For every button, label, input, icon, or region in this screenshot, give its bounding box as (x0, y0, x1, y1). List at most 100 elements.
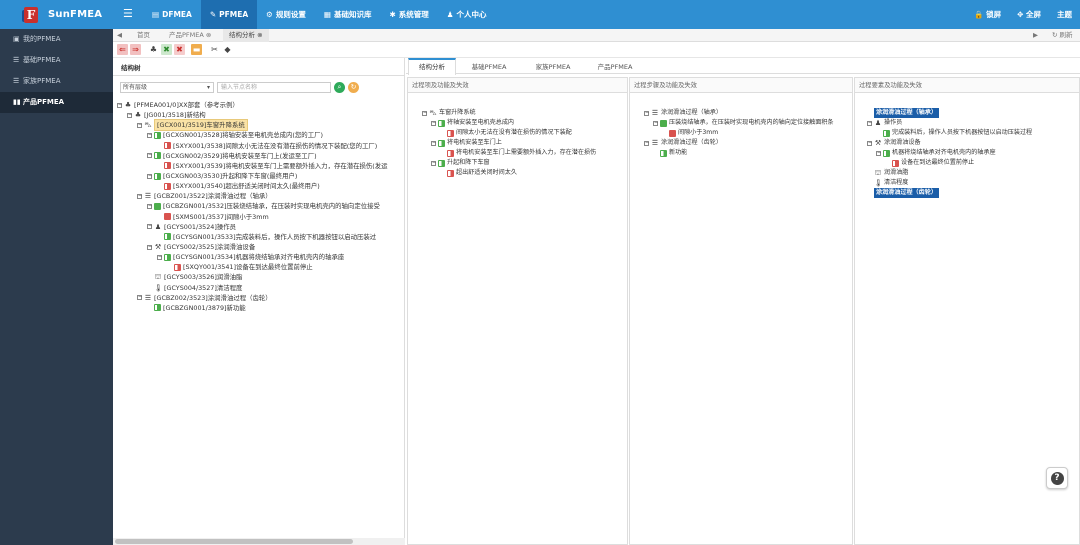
tree-node[interactable]: [SXMS001/3537]间隙小于3mm (117, 212, 403, 222)
tree-node[interactable]: − ♟ 操作员 (867, 118, 1079, 128)
tree-node[interactable]: [SXYX001/3539]将电机安装至车门上需要额外插入力，存在潜在损伤(发运 (117, 161, 403, 171)
tree-node[interactable]: − ☰ [GCBZ001/3522]涂润滑油过程（轴承） (117, 191, 403, 201)
collapse-toggle-icon[interactable]: − (867, 140, 872, 146)
collapse-toggle-icon[interactable]: − (147, 132, 152, 138)
tree-node[interactable]: − 将电机安装至车门上 (422, 138, 627, 148)
collapse-toggle-icon[interactable]: − (137, 295, 142, 301)
paste-icon[interactable]: ◆ (222, 44, 233, 55)
tree-node[interactable]: − 机器将烧结轴承对齐电机壳内的轴承座 (867, 148, 1079, 158)
save-icon[interactable]: ▬ (191, 44, 202, 55)
tree-node[interactable]: 🌡 清洁程度 (867, 178, 1079, 188)
help-button[interactable]: ? (1046, 467, 1068, 489)
tab-back-icon[interactable]: ◀ (117, 29, 122, 42)
refresh-button[interactable]: ↻ 刷新 (1052, 29, 1073, 42)
tree-node[interactable]: 将电机安装至车门上需要额外插入力，存在潜在损伤 (422, 148, 627, 158)
collapse-toggle-icon[interactable]: − (653, 120, 658, 126)
delete-icon[interactable]: ✖ (174, 44, 185, 55)
collapse-toggle-icon[interactable]: − (644, 110, 649, 116)
collapse-toggle-icon[interactable]: − (431, 120, 436, 126)
node-search-input[interactable]: 输入节点名称 (217, 82, 331, 93)
collapse-toggle-icon[interactable]: − (147, 173, 152, 179)
tree-node[interactable]: [GCYSGN001/3533]完成装料后，操作人员按下机器按钮以启动压装过 (117, 232, 403, 242)
scrollbar-thumb[interactable] (115, 539, 353, 544)
app-logo[interactable]: F SunFMEA (0, 0, 113, 29)
tree-node[interactable]: 超出舒适关闭时间太久 (422, 168, 627, 178)
level-select[interactable]: 所有层级 ▾ (120, 82, 214, 93)
menu-toggle-icon[interactable]: ☰ (123, 7, 133, 21)
tree-node[interactable]: − [GCXGN003/3530]升起和降下车窗(最终用户) (117, 171, 403, 181)
collapse-toggle-icon[interactable]: − (137, 122, 142, 128)
tab-structure-analysis[interactable]: 结构分析 ⊗ (223, 29, 269, 42)
analysis-tab-1[interactable]: 基础PFMEA (458, 58, 520, 74)
tree-node[interactable]: − ⛍ [GCX001/3519]车窗升降系统 (117, 119, 403, 132)
tree-node[interactable]: 设备在到达最终位置前停止 (867, 158, 1079, 168)
nav-pfmea[interactable]: ✎ PFMEA (200, 0, 258, 29)
collapse-toggle-icon[interactable]: − (157, 254, 162, 260)
tree-node[interactable]: [SXYX001/3538]间隙太小无法在没有潜在损伤的情况下装配(您的工厂) (117, 141, 403, 151)
tree-node[interactable]: − 升起和降下车窗 (422, 158, 627, 168)
tree-node[interactable]: − 压装烧结轴承，在压装时实现电机壳内的轴向定位接触面积条 (644, 118, 852, 128)
tree-node[interactable]: ⛫ [GCYS003/3526]润滑油脂 (117, 272, 403, 282)
collapse-toggle-icon[interactable]: − (431, 140, 436, 146)
tree-node[interactable]: − ⚒ [GCYS002/3525]涂润滑油设备 (117, 242, 403, 252)
collapse-toggle-icon[interactable]: − (422, 110, 427, 116)
analysis-tab-3[interactable]: 产品PFMEA (586, 58, 644, 74)
collapse-toggle-icon[interactable]: − (117, 102, 122, 108)
tree-node[interactable]: ⛫ 润滑油脂 (867, 168, 1079, 178)
move-down-icon[interactable]: ⇒ (130, 44, 141, 55)
tree-node[interactable]: 完成装料后，操作人员按下机器按钮以启动压装过程 (867, 128, 1079, 138)
tab-close-icon[interactable]: ⊗ (257, 31, 262, 39)
search-icon[interactable]: ⌕ (334, 82, 345, 93)
collapse-toggle-icon[interactable]: − (867, 120, 872, 126)
tab-close-icon[interactable]: ⊗ (206, 31, 211, 39)
reset-icon[interactable]: ↻ (348, 82, 359, 93)
tree-node[interactable]: − 将轴安装至电机壳总成内 (422, 118, 627, 128)
nav-规则设置[interactable]: ⚙ 规则设置 (257, 0, 315, 29)
collapse-toggle-icon[interactable]: − (137, 193, 142, 199)
tree-node[interactable]: − [GCXGN002/3529]将电机安装至车门上(发运至工厂) (117, 151, 403, 161)
tab-product-pfmea[interactable]: 产品PFMEA ⊗ (169, 29, 211, 42)
analysis-tab-0[interactable]: 结构分析 (408, 58, 456, 75)
collapse-toggle-icon[interactable]: − (147, 153, 152, 159)
tree-node[interactable]: − ☰ [GCBZ002/3523]涂润滑油过程（齿轮） (117, 293, 403, 303)
move-up-icon[interactable]: ⇐ (117, 44, 128, 55)
tree-node[interactable]: − ☰ 涂润滑油过程（齿轮） (644, 138, 852, 148)
tree-node[interactable]: − ⚒ 涂润滑油设备 (867, 138, 1079, 148)
tree-node[interactable]: − ⛍ 车窗升降系统 (422, 108, 627, 118)
topright-item-2[interactable]: 主题 (1049, 0, 1080, 29)
tree-node[interactable]: 涂润滑油过程（齿轮） (867, 188, 1079, 198)
tree-node[interactable]: 🌡 [GCYS004/3527]清洁程度 (117, 283, 403, 293)
sidebar-item-3[interactable]: ▮▮ 产品PFMEA (0, 92, 113, 113)
cut-icon[interactable]: ✂ (209, 44, 220, 55)
expand-all-icon[interactable]: ✖ (161, 44, 172, 55)
collapse-toggle-icon[interactable]: − (876, 150, 881, 156)
tree-node[interactable]: 间隙小于3mm (644, 128, 852, 138)
nav-系统管理[interactable]: ✱ 系统管理 (380, 0, 437, 29)
tab-home[interactable]: 首页 (137, 29, 150, 42)
tree-node[interactable]: − ♟ [GCYS001/3524]操作员 (117, 222, 403, 232)
tree-node[interactable]: − [GCXGN001/3528]将轴安装至电机壳总成内(您的工厂) (117, 130, 403, 140)
collapse-toggle-icon[interactable]: − (147, 244, 152, 250)
collapse-toggle-icon[interactable]: − (147, 203, 152, 209)
collapse-toggle-icon[interactable]: − (644, 140, 649, 146)
sidebar-item-0[interactable]: ▣ 我的PFMEA (0, 29, 113, 50)
tree-node[interactable]: − ☰ 涂润滑油过程（轴承） (644, 108, 852, 118)
tree-node[interactable]: [SXQY001/3541]设备在到达最终位置前停止 (117, 262, 403, 272)
nav-dfmea[interactable]: ▤ DFMEA (143, 0, 201, 29)
tree-node[interactable]: 新功能 (644, 148, 852, 158)
tree-node[interactable]: [GCBZGN001/3879]新功能 (117, 303, 403, 313)
collapse-toggle-icon[interactable]: − (431, 160, 436, 166)
horizontal-scrollbar[interactable] (113, 538, 405, 545)
topright-item-1[interactable]: ✥ 全屏 (1009, 0, 1049, 29)
nav-个人中心[interactable]: ♟ 个人中心 (438, 0, 496, 29)
collapse-toggle-icon[interactable]: − (127, 112, 132, 118)
analysis-tab-2[interactable]: 家族PFMEA (522, 58, 584, 74)
tree-node[interactable]: − ♣ [PFMEA001/0]XX部套（参考示例） (117, 100, 403, 110)
tree-node[interactable]: − [GCBZGN001/3532]压装烧结轴承，在压装时实现电机壳内的轴向定位接… (117, 201, 403, 211)
nav-基础知识库[interactable]: ▦ 基础知识库 (315, 0, 381, 29)
topright-item-0[interactable]: 🔒 锁屏 (966, 0, 1009, 29)
tree-node[interactable]: [SXYX001/3540]超出舒适关闭时间太久(最终用户) (117, 181, 403, 191)
sidebar-item-1[interactable]: ☰ 基础PFMEA (0, 50, 113, 71)
structure-tree-icon[interactable]: ♣ (148, 44, 159, 55)
tree-node[interactable]: 涂润滑油过程（轴承） (867, 108, 1079, 118)
